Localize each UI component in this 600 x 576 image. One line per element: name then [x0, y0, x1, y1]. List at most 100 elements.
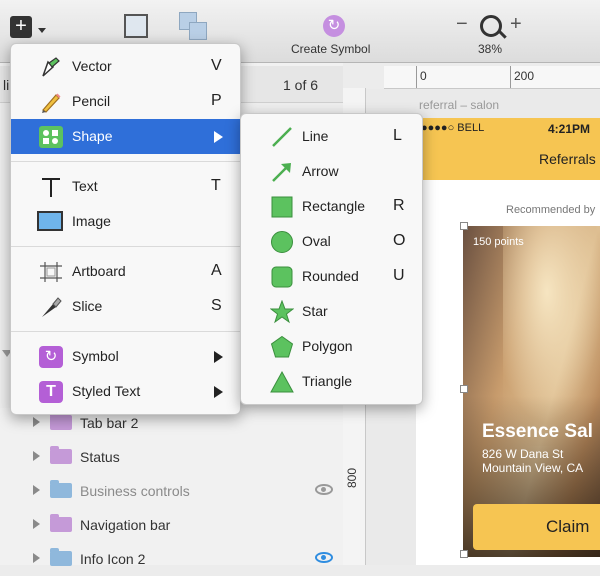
selection-handle[interactable] — [460, 385, 468, 393]
line-icon — [272, 127, 292, 147]
menu-item-label: Line — [302, 128, 329, 144]
horizontal-ruler: 0 200 — [384, 66, 600, 89]
rectangle-icon — [271, 196, 293, 218]
shortcut-label: P — [211, 92, 222, 109]
address-line-2: Mountain View, CA — [482, 461, 584, 475]
disclosure-triangle-icon[interactable] — [33, 519, 40, 529]
menu-item-label: Artboard — [72, 263, 126, 279]
layer-row[interactable]: Info Icon 2 — [0, 542, 343, 576]
insert-button[interactable]: + — [10, 16, 46, 40]
layer-label: Navigation bar — [80, 517, 171, 533]
menu-item-text[interactable]: Text T — [11, 169, 240, 204]
recommended-label: Recommended by — [506, 204, 596, 216]
submenu-arrow-icon — [214, 131, 223, 143]
submenu-item-rectangle[interactable]: Rectangle R — [241, 189, 422, 224]
menu-item-label: Slice — [72, 298, 103, 314]
ruler-tick-label: 200 — [514, 69, 535, 83]
layer-row[interactable]: Business controls — [0, 474, 343, 508]
shortcut-label: S — [211, 297, 222, 314]
menu-separator — [11, 331, 240, 332]
submenu-item-arrow[interactable]: Arrow — [241, 154, 422, 189]
business-card[interactable]: 150 points Essence Sal 826 W Dana St Mou… — [463, 226, 600, 557]
carrier-label: ●●●●○ BELL — [421, 122, 485, 134]
disclosure-triangle-icon[interactable] — [33, 451, 40, 461]
slice-knife-icon — [42, 297, 62, 317]
zoom-control[interactable]: − + 38% — [454, 12, 529, 58]
menu-separator — [11, 161, 240, 162]
menu-item-image[interactable]: Image — [11, 204, 240, 239]
menu-item-pencil[interactable]: Pencil P — [11, 84, 240, 119]
menu-item-symbol[interactable]: ↻ Symbol — [11, 339, 240, 374]
menu-item-slice[interactable]: Slice S — [11, 289, 240, 324]
menu-item-label: Oval — [302, 233, 331, 249]
shortcut-label: O — [393, 232, 406, 249]
selection-handle[interactable] — [460, 222, 468, 230]
shortcut-label: V — [211, 57, 222, 74]
zoom-in-icon[interactable]: + — [510, 13, 522, 36]
submenu-item-rounded[interactable]: Rounded U — [241, 259, 422, 294]
disclosure-triangle-icon[interactable] — [33, 417, 40, 427]
chevron-down-icon — [38, 28, 46, 33]
disclosure-triangle-icon[interactable] — [33, 485, 40, 495]
layer-label: Status — [80, 449, 120, 465]
styled-text-icon: T — [39, 381, 63, 403]
menu-item-shape[interactable]: Shape — [11, 119, 240, 154]
points-label: 150 points — [473, 236, 524, 248]
selection-handle[interactable] — [460, 550, 468, 558]
zoom-out-icon[interactable]: − — [456, 13, 468, 36]
menu-item-label: Styled Text — [72, 383, 141, 399]
menu-item-vector[interactable]: Vector V — [11, 49, 240, 84]
submenu-item-star[interactable]: Star — [241, 294, 422, 329]
eye-icon[interactable] — [315, 484, 333, 495]
menu-item-artboard[interactable]: Artboard A — [11, 254, 240, 289]
menu-item-label: Rounded — [302, 268, 359, 284]
layer-label: Business controls — [80, 483, 190, 499]
text-icon — [42, 178, 60, 197]
menu-item-styled-text[interactable]: T Styled Text — [11, 374, 240, 409]
address-line-1: 826 W Dana St — [482, 447, 564, 461]
disclosure-triangle-icon[interactable] — [33, 553, 40, 563]
menu-separator — [11, 246, 240, 247]
menu-item-label: Symbol — [72, 348, 119, 364]
artboard[interactable]: ●●●●○ BELL 4:21PM Referrals Recommended … — [416, 118, 600, 565]
zoom-level: 38% — [478, 42, 503, 56]
polygon-icon — [270, 335, 294, 358]
folder-icon — [50, 446, 72, 464]
header-fragment: li — [3, 77, 10, 93]
eye-icon[interactable] — [315, 552, 333, 563]
nav-bar: Referrals — [416, 140, 600, 180]
shortcut-label: U — [393, 267, 405, 284]
menu-item-label: Star — [302, 303, 328, 319]
create-symbol-button[interactable]: ↻ Create Symbol — [286, 12, 386, 58]
menu-item-label: Arrow — [302, 163, 339, 179]
submenu-item-polygon[interactable]: Polygon — [241, 329, 422, 364]
submenu-item-line[interactable]: Line L — [241, 119, 422, 154]
claim-button[interactable]: Claim — [473, 504, 600, 550]
symbol-icon: ↻ — [323, 15, 345, 37]
claim-label: Claim — [546, 517, 590, 536]
layer-row[interactable]: Navigation bar — [0, 508, 343, 542]
folder-icon — [50, 412, 72, 430]
business-name: Essence Sal — [482, 421, 593, 442]
submenu-item-oval[interactable]: Oval O — [241, 224, 422, 259]
rounded-rectangle-icon — [271, 266, 293, 288]
pencil-icon — [42, 93, 61, 113]
page-count: 1 of 6 — [283, 77, 319, 93]
insert-menu: Vector V Pencil P Shape Text T Image Art… — [10, 43, 241, 415]
group-icon[interactable] — [124, 14, 148, 38]
submenu-arrow-icon — [214, 351, 223, 363]
submenu-item-triangle[interactable]: Triangle — [241, 364, 422, 399]
star-icon — [270, 300, 294, 324]
menu-item-label: Shape — [72, 128, 113, 144]
layer-row[interactable]: Status — [0, 440, 343, 474]
menu-item-label: Rectangle — [302, 198, 366, 214]
time-label: 4:21PM — [548, 122, 591, 136]
folder-icon — [50, 480, 72, 498]
menu-item-label: Vector — [72, 58, 112, 74]
shape-icon — [39, 126, 63, 148]
menu-item-label: Image — [72, 213, 111, 229]
ungroup-icon[interactable] — [179, 12, 207, 40]
menu-item-label: Text — [72, 178, 98, 194]
shortcut-label: R — [393, 197, 405, 214]
shortcut-label: A — [211, 262, 222, 279]
